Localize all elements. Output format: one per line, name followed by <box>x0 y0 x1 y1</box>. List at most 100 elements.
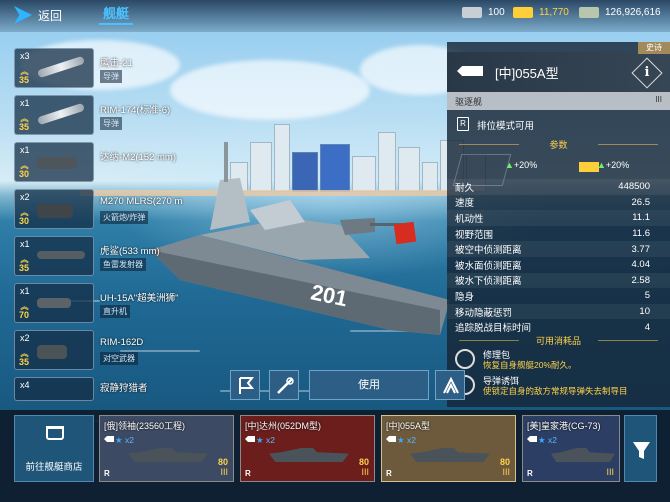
item-name: RIM-162D <box>100 337 144 348</box>
stat-row: 机动性 11.1 <box>447 210 670 226</box>
back-arrow-icon <box>14 6 32 24</box>
tab-ships-label: 舰艇 <box>103 6 130 21</box>
missile-icon <box>36 55 86 79</box>
cruiser-class-icon <box>527 436 537 442</box>
currency-cash[interactable]: 126,926,616 <box>579 7 661 18</box>
top-bar: 返回 舰艇 100 11,770 126,926,616 <box>0 0 670 32</box>
ship-info-panel: 史诗 [中]055A型 i 驱逐舰 III R 排位模式可用 参数 ▲+20% … <box>447 42 670 407</box>
ship-thumbnail <box>551 448 615 462</box>
cash-icon <box>579 7 599 18</box>
silver-bar-icon <box>462 7 482 18</box>
ship-class: 驱逐舰 <box>455 97 483 107</box>
class-level: III <box>655 95 662 104</box>
currency-gold[interactable]: 11,770 <box>513 7 569 18</box>
info-icon: i <box>644 65 650 80</box>
upgrade-button[interactable] <box>435 370 465 400</box>
card-stars: ★ x2 <box>538 435 557 445</box>
helicopter-icon <box>37 298 71 308</box>
flag-icon <box>239 377 255 394</box>
rank-icon: R <box>386 469 392 478</box>
bonus-gold: ▲+20% <box>597 160 630 170</box>
destroyer-class-icon <box>386 436 396 442</box>
rank-badge: ︽ 30 <box>19 161 30 179</box>
ship-card-selected[interactable]: [中]055A型 ★ x2 R 80 III <box>381 415 516 482</box>
rank-mode-icon: R <box>457 117 469 131</box>
inventory-item[interactable]: x1 ︽ 70 UH-15A"超美洲狮" 直升机 <box>12 280 212 327</box>
inventory-item[interactable]: x1 ︽ 35 RIM-174(标准-6) 导弹 <box>12 92 212 139</box>
card-stars: ★ x2 <box>115 435 134 445</box>
inventory-item[interactable]: x2 ︽ 35 RIM-162D 对空武器 <box>12 327 212 374</box>
bonus-silver: ▲+20% <box>505 160 538 170</box>
repair-kit-icon <box>455 349 475 369</box>
gold-bonus-icon <box>579 162 599 172</box>
rank-badge: ︽ 70 <box>19 302 30 320</box>
consumables-list: 修理包 恢复自身舰艇20%耐久。 导弹诱饵 使锁定自身的敌方常规导弹失去制导目 <box>447 346 670 398</box>
ship-thumbnail <box>128 448 208 462</box>
rank-mode-row: R 排位模式可用 <box>447 114 670 134</box>
item-name: M270 MLRS(270 m <box>100 196 183 207</box>
upgrade-icon <box>443 376 459 394</box>
use-button[interactable]: 使用 <box>309 370 429 400</box>
silver-value: 100 <box>488 7 505 18</box>
item-name: 虎鲨(533 mm) <box>100 246 160 257</box>
ship-thumbnail <box>269 448 349 462</box>
consumable-item[interactable]: 导弹诱饵 使锁定自身的敌方常规导弹失去制导目 <box>447 372 670 398</box>
card-level: 80 <box>358 457 369 467</box>
card-level: 80 <box>499 457 510 467</box>
flag-button[interactable] <box>230 370 260 400</box>
consumable-item[interactable]: 修理包 恢复自身舰艇20%耐久。 <box>447 346 670 372</box>
stat-row: 隐身 5 <box>455 290 650 303</box>
item-type: 火箭炮/炸弹 <box>100 211 149 224</box>
destroyer-class-icon <box>245 436 255 442</box>
tab-ships[interactable]: 舰艇 <box>99 3 134 25</box>
destroyer-class-icon <box>104 436 114 442</box>
destroyer-class-icon <box>457 66 483 76</box>
filter-icon <box>633 442 650 459</box>
inventory-item[interactable]: x3 ︽ 35 鹰击-21 导弹 <box>12 45 212 92</box>
back-label: 返回 <box>38 8 63 23</box>
rank-badge: ︽ 35 <box>19 114 30 132</box>
item-name: 鹰击-21 <box>100 58 133 69</box>
missile-icon <box>36 102 86 126</box>
stat-row: 视野范围 11.6 <box>455 228 650 241</box>
rarity-tag: 史诗 <box>638 42 670 54</box>
cart-icon <box>46 426 64 440</box>
info-button[interactable]: i <box>631 57 663 89</box>
card-tier: III <box>361 467 369 477</box>
params-title: 参数 <box>447 138 670 151</box>
customize-button[interactable] <box>269 370 299 400</box>
card-tier: III <box>502 467 510 477</box>
inventory-item[interactable]: x4 寂静狩猎者 <box>12 374 212 404</box>
item-name: 达纳-M2(152 mm) <box>100 152 177 163</box>
rank-icon: R <box>104 469 110 478</box>
rank-icon: R <box>527 469 533 478</box>
inventory-item[interactable]: x1 ︽ 30 达纳-M2(152 mm) <box>12 139 212 186</box>
tab-underline <box>99 23 134 25</box>
item-type: 对空武器 <box>100 352 138 365</box>
currency-silver[interactable]: 100 <box>462 7 505 18</box>
ship-card[interactable]: [俄]领袖(23560工程) ★ x2 R 80 III <box>99 415 234 482</box>
rank-badge: ︽ 30 <box>19 208 30 226</box>
ship-card[interactable]: [美]皇家港(CG-73) ★ x2 R III <box>522 415 620 482</box>
inventory-item[interactable]: x1 ︽ 35 虎鲨(533 mm) 鱼雷发射器 <box>12 233 212 280</box>
ship-card[interactable]: [中]达州(052DM型) ★ x2 R 80 III <box>240 415 375 482</box>
ship-class-row: 驱逐舰 III <box>447 92 670 110</box>
stat-row: 追踪脱战目标时间 4 <box>455 321 650 335</box>
card-tier: III <box>606 467 614 477</box>
card-stars: ★ x2 <box>397 435 416 445</box>
gold-bar-icon <box>513 7 533 18</box>
rank-badge: ︽ 35 <box>19 67 30 85</box>
card-level: 80 <box>217 457 228 467</box>
ship-shop-button[interactable]: 前往舰艇商店 <box>14 415 94 482</box>
cash-value: 126,926,616 <box>605 7 661 18</box>
item-name: RIM-174(标准-6) <box>100 105 171 116</box>
back-button[interactable]: 返回 <box>14 6 62 24</box>
item-type: 直升机 <box>100 305 130 318</box>
filter-button[interactable] <box>624 415 657 482</box>
stat-row: 移动隐蔽惩罚 10 <box>447 303 670 320</box>
ship-selector-bar: 前往舰艇商店 [俄]领袖(23560工程) ★ x2 R 80 III [中]达… <box>0 410 670 502</box>
inventory-item[interactable]: x2 ︽ 30 M270 MLRS(270 m 火箭炮/炸弹 <box>12 186 212 233</box>
rank-badge: ︽ 35 <box>19 349 30 367</box>
wrench-icon <box>277 377 294 394</box>
item-type: 导弹 <box>100 70 122 83</box>
